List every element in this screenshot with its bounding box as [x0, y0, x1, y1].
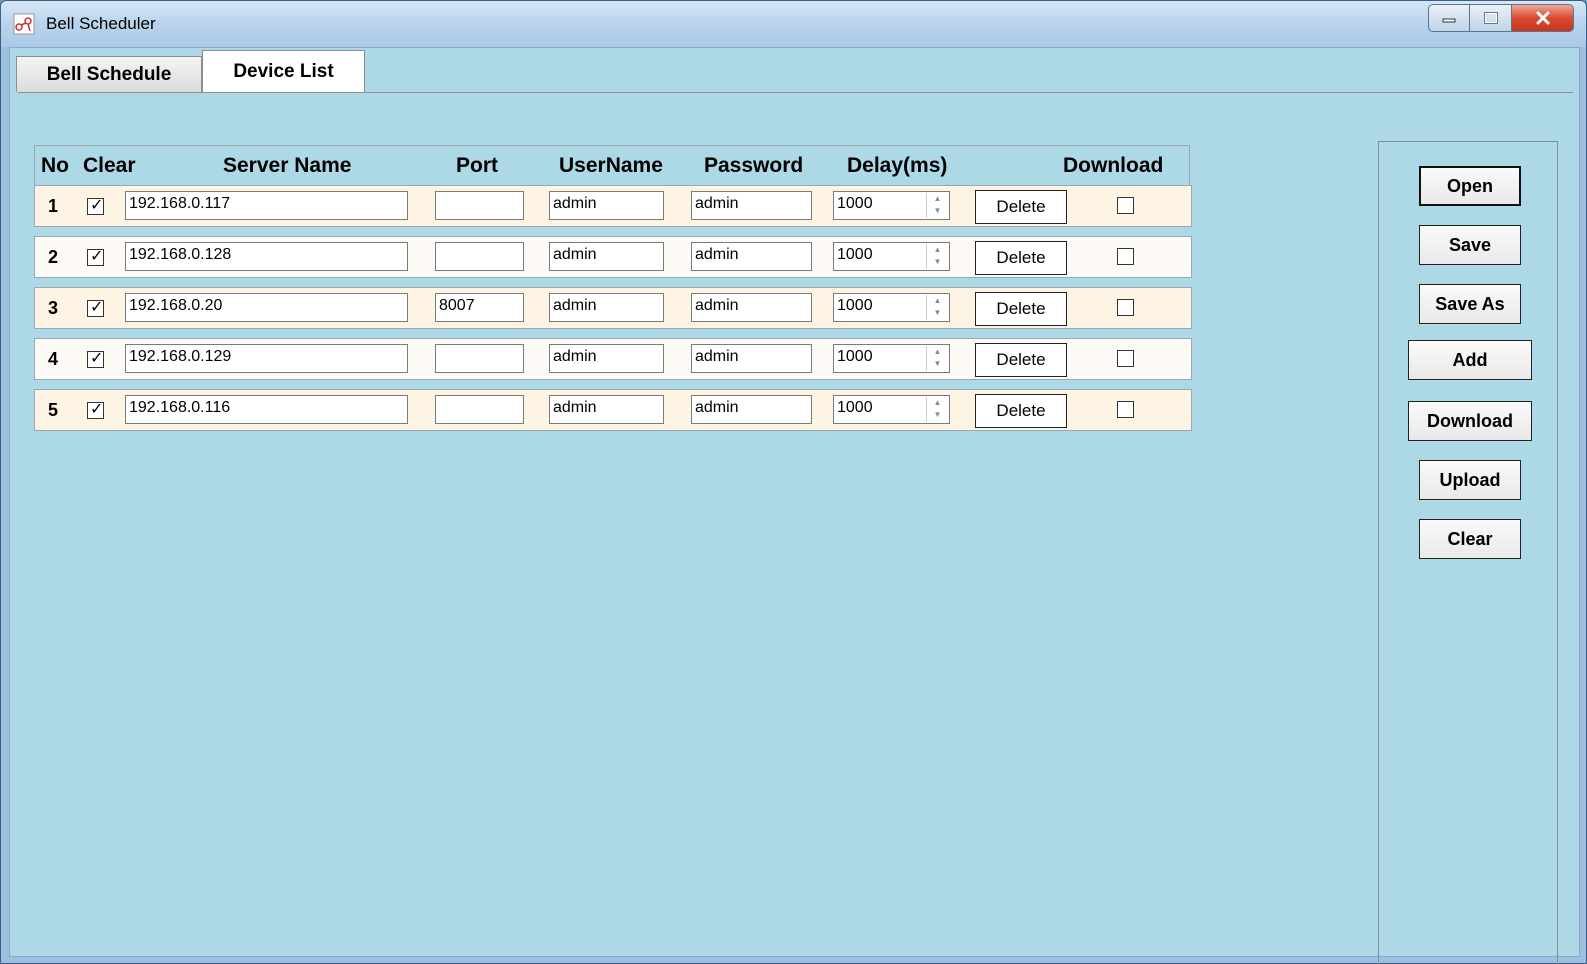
header-username: UserName	[559, 154, 663, 177]
clear-checkbox[interactable]: ✓	[87, 197, 104, 215]
open-button[interactable]: Open	[1419, 166, 1521, 206]
username-field[interactable]: admin	[549, 344, 664, 373]
delay-value: 1000	[837, 348, 873, 365]
download-checkbox[interactable]	[1117, 197, 1134, 214]
clear-checkbox[interactable]: ✓	[87, 299, 104, 317]
client-area: Bell Schedule Device List No Clear Serve…	[9, 47, 1580, 964]
server-name-field[interactable]: 192.168.0.117	[125, 191, 408, 220]
username-field[interactable]: admin	[549, 395, 664, 424]
app-icon	[13, 13, 35, 35]
password-field[interactable]: admin	[691, 242, 812, 271]
device-grid: No Clear Server Name Port UserName Passw…	[34, 145, 1192, 431]
port-field[interactable]: 8007	[435, 293, 524, 322]
tab-bell-schedule[interactable]: Bell Schedule	[16, 56, 202, 92]
download-checkbox[interactable]	[1117, 350, 1134, 367]
spin-arrows-icon[interactable]: ▲ ▼	[926, 397, 948, 422]
delay-stepper[interactable]: 1000 ▲ ▼	[833, 395, 950, 424]
add-button[interactable]: Add	[1408, 340, 1532, 380]
delay-value: 1000	[837, 195, 873, 212]
app-window: Bell Scheduler Bell Schedule Device List…	[0, 0, 1587, 964]
port-field[interactable]	[435, 191, 524, 220]
username-field[interactable]: admin	[549, 242, 664, 271]
port-field[interactable]	[435, 242, 524, 271]
clear-checkbox[interactable]: ✓	[87, 350, 104, 368]
password-field[interactable]: admin	[691, 395, 812, 424]
username-field[interactable]: admin	[549, 191, 664, 220]
maximize-button[interactable]	[1470, 4, 1512, 32]
delete-button[interactable]: Delete	[975, 394, 1067, 428]
window-controls	[1428, 4, 1574, 32]
clear-checkbox[interactable]: ✓	[87, 401, 104, 419]
device-list-page: No Clear Server Name Port UserName Passw…	[18, 92, 1573, 964]
header-server-name: Server Name	[223, 154, 352, 177]
server-name-field[interactable]: 192.168.0.20	[125, 293, 408, 322]
download-checkbox[interactable]	[1117, 401, 1134, 418]
spin-arrows-icon[interactable]: ▲ ▼	[926, 346, 948, 371]
table-row: 1 ✓ 192.168.0.117 admin admin 1000 ▲ ▼ Del…	[34, 185, 1192, 227]
server-name-field[interactable]: 192.168.0.129	[125, 344, 408, 373]
clear-checkbox[interactable]: ✓	[87, 248, 104, 266]
upload-button[interactable]: Upload	[1419, 460, 1521, 500]
header-port: Port	[456, 154, 498, 177]
grid-header: No Clear Server Name Port UserName Passw…	[34, 145, 1190, 185]
delete-button[interactable]: Delete	[975, 292, 1067, 326]
server-name-field[interactable]: 192.168.0.116	[125, 395, 408, 424]
row-number: 1	[48, 196, 59, 216]
password-field[interactable]: admin	[691, 344, 812, 373]
delay-stepper[interactable]: 1000 ▲ ▼	[833, 242, 950, 271]
download-checkbox[interactable]	[1117, 299, 1134, 316]
delete-button[interactable]: Delete	[975, 343, 1067, 377]
header-delay: Delay(ms)	[847, 154, 948, 177]
delay-stepper[interactable]: 1000 ▲ ▼	[833, 344, 950, 373]
table-row: 3 ✓ 192.168.0.20 8007 admin admin 1000 ▲ ▼…	[34, 287, 1192, 329]
maximize-icon	[1483, 12, 1498, 24]
row-number: 3	[48, 298, 59, 318]
delay-value: 1000	[837, 297, 873, 314]
title-bar[interactable]: Bell Scheduler	[1, 1, 1586, 47]
delay-stepper[interactable]: 1000 ▲ ▼	[833, 293, 950, 322]
close-button[interactable]	[1512, 4, 1574, 32]
spin-arrows-icon[interactable]: ▲ ▼	[926, 295, 948, 320]
minimize-button[interactable]	[1428, 4, 1470, 32]
port-field[interactable]	[435, 395, 524, 424]
check-icon: ✓	[90, 248, 104, 265]
delay-value: 1000	[837, 246, 873, 263]
row-number: 2	[48, 247, 59, 267]
table-row: 5 ✓ 192.168.0.116 admin admin 1000 ▲ ▼ Del…	[34, 389, 1192, 431]
header-clear: Clear	[83, 154, 136, 177]
download-button[interactable]: Download	[1408, 401, 1532, 441]
username-field[interactable]: admin	[549, 293, 664, 322]
header-download: Download	[1063, 154, 1164, 177]
port-field[interactable]	[435, 344, 524, 373]
spin-arrows-icon[interactable]: ▲ ▼	[926, 193, 948, 218]
tab-device-list[interactable]: Device List	[202, 50, 365, 92]
password-field[interactable]: admin	[691, 191, 812, 220]
server-name-field[interactable]: 192.168.0.128	[125, 242, 408, 271]
header-no: No	[41, 154, 69, 177]
save-button[interactable]: Save	[1419, 225, 1521, 265]
minimize-icon	[1442, 18, 1456, 23]
spin-arrows-icon[interactable]: ▲ ▼	[926, 244, 948, 269]
close-icon	[1536, 11, 1549, 25]
save-as-button[interactable]: Save As	[1419, 284, 1521, 324]
window-title: Bell Scheduler	[46, 14, 156, 33]
delete-button[interactable]: Delete	[975, 190, 1067, 224]
delay-stepper[interactable]: 1000 ▲ ▼	[833, 191, 950, 220]
action-panel: Open Save Save As Add Download Upload Cl…	[1378, 141, 1558, 964]
password-field[interactable]: admin	[691, 293, 812, 322]
table-row: 2 ✓ 192.168.0.128 admin admin 1000 ▲ ▼ Del…	[34, 236, 1192, 278]
download-checkbox[interactable]	[1117, 248, 1134, 265]
check-icon: ✓	[90, 299, 104, 316]
delay-value: 1000	[837, 399, 873, 416]
table-row: 4 ✓ 192.168.0.129 admin admin 1000 ▲ ▼ Del…	[34, 338, 1192, 380]
row-number: 4	[48, 349, 59, 369]
check-icon: ✓	[90, 350, 104, 367]
row-number: 5	[48, 400, 59, 420]
clear-button[interactable]: Clear	[1419, 519, 1521, 559]
delete-button[interactable]: Delete	[975, 241, 1067, 275]
header-password: Password	[704, 154, 804, 177]
check-icon: ✓	[90, 401, 104, 418]
check-icon: ✓	[90, 197, 104, 214]
